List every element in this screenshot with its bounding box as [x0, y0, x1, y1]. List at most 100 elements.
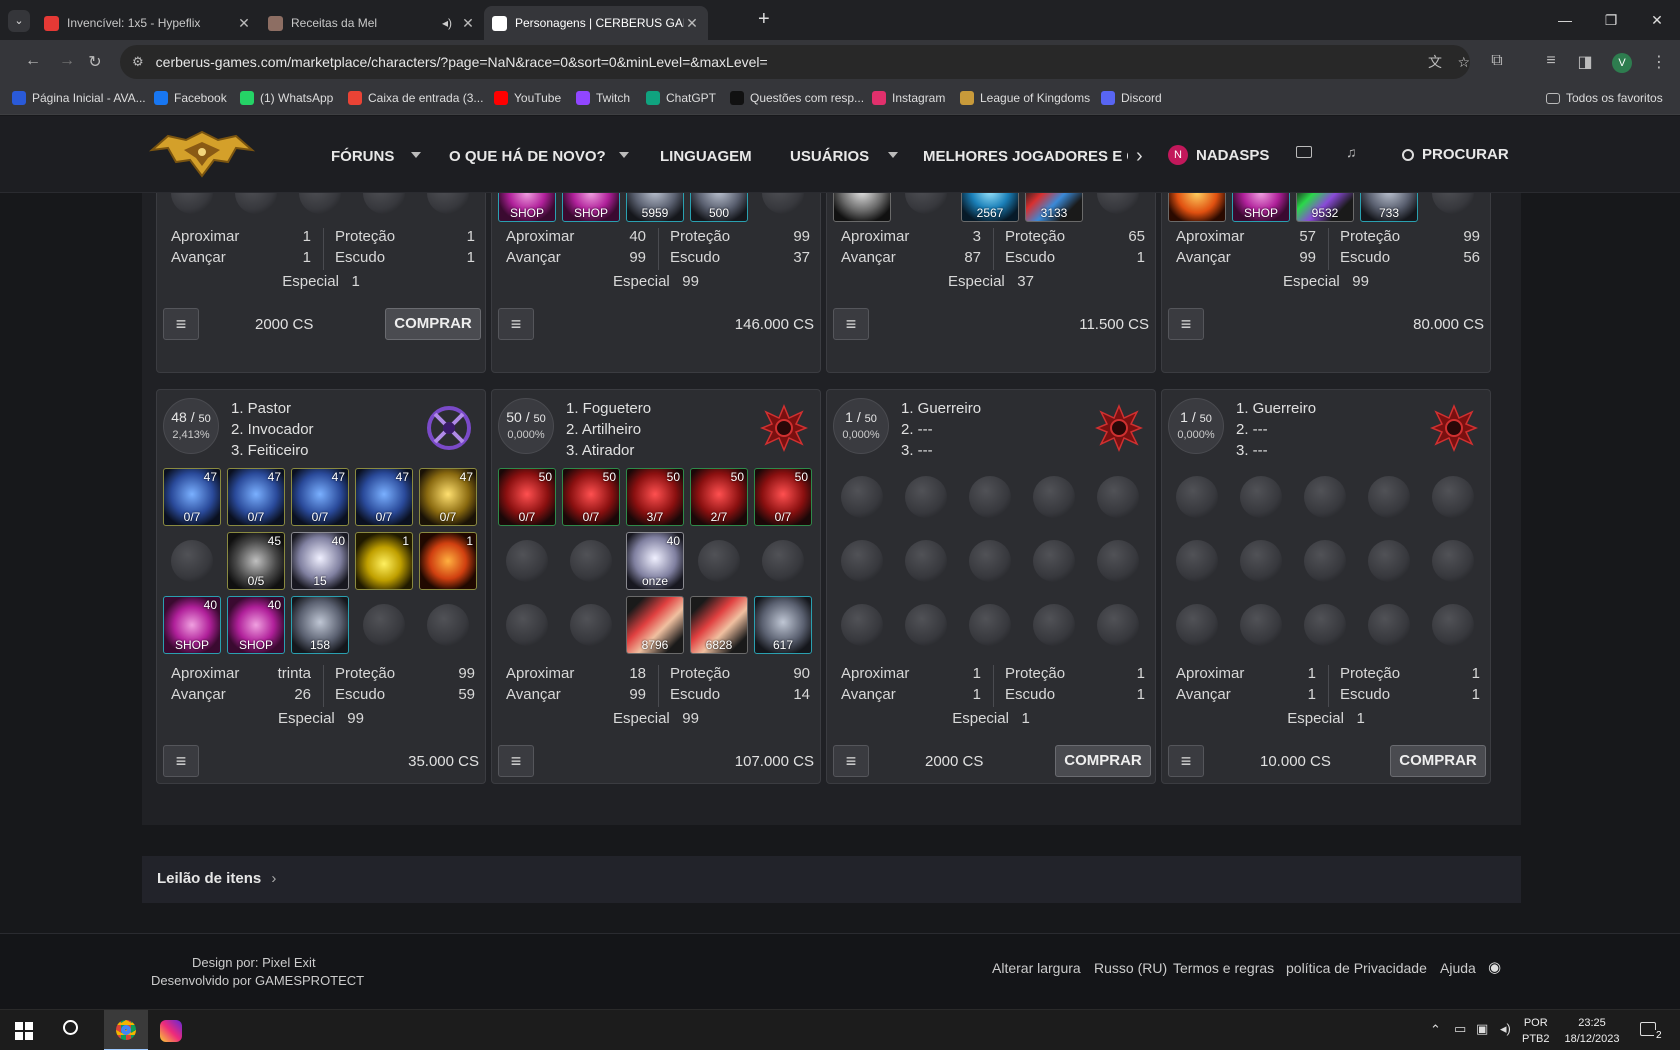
bookmark-item[interactable]: ChatGPT: [646, 91, 716, 105]
eye-item-icon[interactable]: 40 SHOP: [227, 596, 285, 654]
profile-avatar[interactable]: V: [1612, 53, 1632, 73]
windows-start-icon[interactable]: [15, 1022, 33, 1040]
card-menu-button[interactable]: ≡: [1168, 308, 1204, 340]
armor-item-icon[interactable]: 47 0/7: [163, 468, 221, 526]
ring-item-icon[interactable]: 1: [355, 532, 413, 590]
nav-menu-item[interactable]: O QUE HÁ DE NOVO?: [449, 148, 606, 165]
reload-icon[interactable]: ↻: [84, 52, 106, 72]
tab-search-button[interactable]: ⌄: [8, 10, 30, 32]
card-menu-button[interactable]: ≡: [1168, 745, 1204, 777]
all-bookmarks[interactable]: Todos os favoritos: [1546, 91, 1663, 105]
bookmark-item[interactable]: Discord: [1101, 91, 1162, 105]
buy-button[interactable]: COMPRAR: [1390, 745, 1486, 777]
forward-icon[interactable]: →: [56, 52, 78, 70]
tray-chevron-icon[interactable]: ⌃: [1430, 1022, 1441, 1038]
tab-close-icon[interactable]: ✕: [236, 15, 252, 32]
ringr-item-icon[interactable]: 1: [419, 532, 477, 590]
bookmark-item[interactable]: Questões com resp...: [730, 91, 864, 105]
tray-volume-icon[interactable]: ◂): [1500, 1021, 1511, 1037]
minimize-button[interactable]: —: [1542, 0, 1588, 40]
bookmark-item[interactable]: (1) WhatsApp: [240, 91, 333, 105]
card-menu-button[interactable]: ≡: [163, 745, 199, 777]
translate-icon[interactable]: 文: [1428, 52, 1442, 72]
gear-item-icon[interactable]: 617: [754, 596, 812, 654]
footer-link[interactable]: Ajuda: [1440, 960, 1476, 976]
gold-item-icon[interactable]: 47 0/7: [419, 468, 477, 526]
browser-tab[interactable]: Invencível: 1x5 - Hypeflix ✕: [36, 6, 260, 40]
bookmark-item[interactable]: Caixa de entrada (3...: [348, 91, 483, 105]
advance-label: Avançar: [841, 249, 896, 266]
bookmark-item[interactable]: Twitch: [576, 91, 630, 105]
star-icon[interactable]: ☆: [1457, 54, 1470, 71]
shield-value: 59: [458, 686, 475, 703]
site-info-icon[interactable]: ⚙: [132, 54, 144, 70]
nav-menu-item[interactable]: USUÁRIOS: [790, 148, 869, 165]
side-panel-icon[interactable]: ◨: [1574, 52, 1596, 72]
bookmark-item[interactable]: YouTube: [494, 91, 561, 105]
nav-menu-item[interactable]: FÓRUNS: [331, 148, 394, 165]
bell-icon[interactable]: ♫: [1346, 144, 1357, 160]
mail-icon[interactable]: [1296, 146, 1312, 158]
taskbar-chrome[interactable]: [104, 1010, 148, 1050]
wing-item-icon[interactable]: 40 15: [291, 532, 349, 590]
card-menu-button[interactable]: ≡: [833, 745, 869, 777]
red-item-icon[interactable]: 50 3/7: [626, 468, 684, 526]
bookmark-item[interactable]: Facebook: [154, 91, 227, 105]
auction-link[interactable]: Leilão de itens ›: [142, 856, 1521, 903]
browser-tab[interactable]: Personagens | CERBERUS GAMES✕: [484, 6, 708, 40]
taskbar-instagram[interactable]: [160, 1020, 182, 1042]
footer-link[interactable]: Russo (RU): [1094, 960, 1167, 976]
back-icon[interactable]: ←: [22, 52, 44, 70]
rss-icon[interactable]: ◉: [1488, 958, 1501, 976]
chrome-icon: [116, 1020, 136, 1040]
bow-item-icon[interactable]: 45 0/5: [227, 532, 285, 590]
close-window-button[interactable]: ✕: [1634, 0, 1680, 40]
bookmark-item[interactable]: Instagram: [872, 91, 945, 105]
card-menu-button[interactable]: ≡: [498, 308, 534, 340]
footer-link[interactable]: Alterar largura: [992, 960, 1081, 976]
pillr-item-icon[interactable]: 6828: [690, 596, 748, 654]
eye-item-icon[interactable]: 40 SHOP: [163, 596, 221, 654]
media-icon[interactable]: ≡: [1540, 52, 1562, 70]
nav-menu-item[interactable]: LINGUAGEM: [660, 148, 752, 165]
footer-link[interactable]: Termos e regras: [1173, 960, 1274, 976]
armor-item-icon[interactable]: 47 0/7: [291, 468, 349, 526]
footer-link[interactable]: política de Privacidade: [1286, 960, 1427, 976]
buy-button[interactable]: COMPRAR: [385, 308, 481, 340]
wing-item-icon[interactable]: 40 onze: [626, 532, 684, 590]
tab-close-icon[interactable]: ✕: [684, 15, 700, 32]
restore-button[interactable]: ❐: [1588, 0, 1634, 40]
red-item-icon[interactable]: 50 0/7: [562, 468, 620, 526]
nav-menu-item[interactable]: MELHORES JOGADORES E GU: [923, 148, 1128, 165]
bookmark-item[interactable]: Página Inicial - AVA...: [12, 91, 146, 105]
taskbar-search-icon[interactable]: [63, 1020, 78, 1035]
pillr-item-icon[interactable]: 8796: [626, 596, 684, 654]
card-menu-button[interactable]: ≡: [163, 308, 199, 340]
keyboard-lang[interactable]: POR PTB2: [1522, 1015, 1550, 1047]
card-menu-button[interactable]: ≡: [833, 308, 869, 340]
search-button[interactable]: PROCURAR: [1402, 146, 1509, 163]
extensions-icon[interactable]: ⧉: [1486, 52, 1508, 70]
advance-label: Avançar: [841, 686, 896, 703]
nav-scroll-arrow[interactable]: ›: [1136, 145, 1143, 168]
card-menu-button[interactable]: ≡: [498, 745, 534, 777]
tab-close-icon[interactable]: ✕: [460, 15, 476, 32]
bookmark-item[interactable]: League of Kingdoms: [960, 91, 1090, 105]
buy-button[interactable]: COMPRAR: [1055, 745, 1151, 777]
red-item-icon[interactable]: 50 0/7: [498, 468, 556, 526]
speaker-icon[interactable]: ◂): [442, 16, 452, 30]
tray-network-icon[interactable]: ▣: [1476, 1021, 1488, 1037]
red-item-icon[interactable]: 50 2/7: [690, 468, 748, 526]
gear-item-icon[interactable]: 158: [291, 596, 349, 654]
site-logo[interactable]: [148, 130, 256, 180]
browser-menu-icon[interactable]: ⋮: [1648, 52, 1670, 72]
tray-meet-icon[interactable]: ▭: [1454, 1021, 1466, 1037]
user-menu[interactable]: N NADASPS: [1168, 145, 1269, 165]
clock[interactable]: 23:25 18/12/2023: [1562, 1015, 1622, 1047]
armor-item-icon[interactable]: 47 0/7: [355, 468, 413, 526]
red-item-icon[interactable]: 50 0/7: [754, 468, 812, 526]
new-tab-button[interactable]: +: [758, 8, 770, 31]
browser-tab[interactable]: Receitas da Mel ◂) ✕: [260, 6, 484, 40]
address-bar[interactable]: ⚙ cerberus-games.com/marketplace/charact…: [120, 45, 1470, 79]
armor-item-icon[interactable]: 47 0/7: [227, 468, 285, 526]
